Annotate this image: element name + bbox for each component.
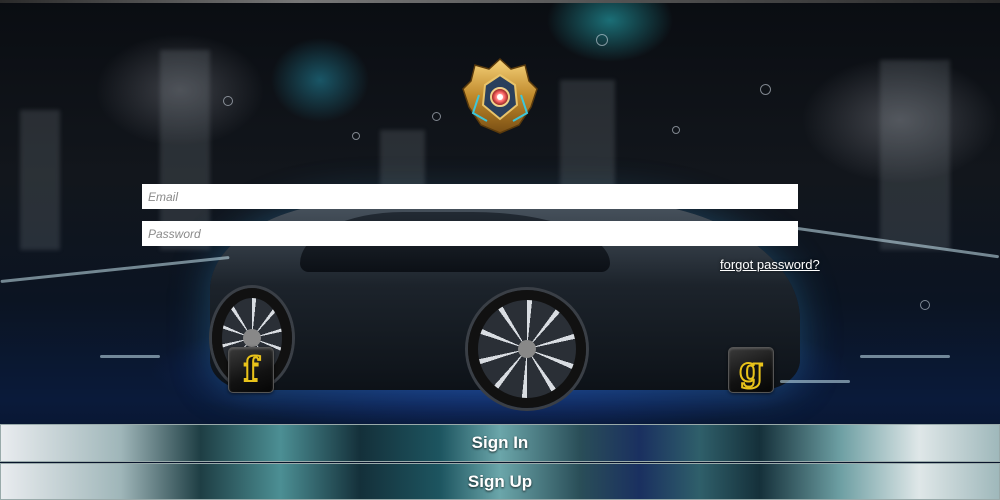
google-login-button[interactable]: g [728, 347, 774, 393]
water-drop [352, 132, 360, 140]
car-rear-wheel [468, 290, 586, 408]
skyline-building [160, 50, 210, 250]
water-drop [432, 112, 441, 121]
water-splash [780, 380, 850, 383]
skyline-building [20, 110, 60, 250]
login-screen: forgot password? f g Sign In Sign Up [0, 0, 1000, 500]
water-drop [760, 84, 771, 95]
water-drop [596, 34, 608, 46]
email-field[interactable] [142, 184, 798, 209]
sign-in-label: Sign In [471, 433, 529, 452]
water-splash [100, 355, 160, 358]
facebook-login-button[interactable]: f [228, 347, 274, 393]
sign-up-button[interactable]: Sign Up [0, 463, 1000, 500]
water-drop [920, 300, 930, 310]
google-icon: g [738, 350, 764, 390]
top-border [0, 0, 1000, 3]
league-emblem-icon [462, 57, 538, 134]
sign-up-label: Sign Up [467, 471, 533, 491]
water-drop [672, 126, 680, 134]
forgot-password-link[interactable]: forgot password? [720, 257, 820, 272]
skyline-building [880, 60, 950, 250]
water-splash [860, 355, 950, 358]
password-field[interactable] [142, 221, 798, 246]
water-splash [0, 255, 230, 284]
sign-in-button[interactable]: Sign In [0, 424, 1000, 462]
facebook-icon: f [243, 350, 260, 390]
water-drop [223, 96, 233, 106]
